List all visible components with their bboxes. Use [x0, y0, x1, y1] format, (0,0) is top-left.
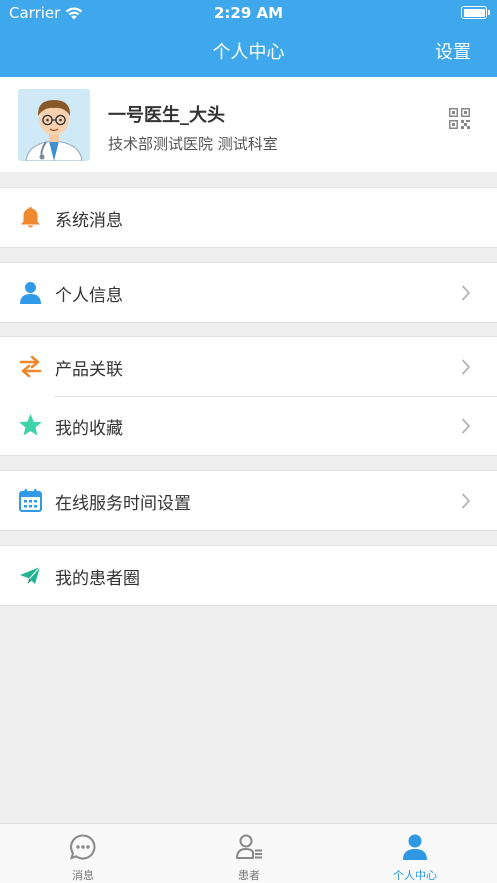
- menu-item-patient-circle[interactable]: 我的患者圈: [0, 546, 497, 605]
- menu-label: 个人信息: [55, 286, 123, 306]
- settings-button[interactable]: 设置: [435, 38, 471, 64]
- patient-list-icon: [236, 834, 262, 859]
- chat-bubble-icon: [69, 834, 96, 860]
- status-time: 2:29 AM: [213, 4, 284, 22]
- menu-label: 我的患者圈: [55, 569, 140, 589]
- app-header: Carrier 2:29 AM 个人中心 设置: [0, 0, 497, 77]
- profile-card[interactable]: 一号医生_大头 技术部测试医院 测试科室: [0, 77, 497, 172]
- tab-label: 个人中心: [393, 869, 437, 882]
- menu-group-profile: 个人信息: [0, 262, 497, 323]
- person-filled-icon: [403, 834, 427, 860]
- menu-group-community: 我的患者圈: [0, 545, 497, 606]
- send-icon: [20, 566, 41, 584]
- battery-level-fill: [463, 8, 485, 17]
- person-icon: [20, 282, 41, 304]
- tab-profile[interactable]: 个人中心: [332, 824, 497, 883]
- qr-code-icon[interactable]: [449, 108, 470, 129]
- swap-arrows-icon: [19, 355, 42, 378]
- menu-label: 在线服务时间设置: [55, 494, 191, 514]
- bell-icon: [21, 207, 40, 228]
- tab-label: 患者: [238, 869, 260, 882]
- menu-item-product-link[interactable]: 产品关联: [0, 337, 497, 396]
- tab-bar: 消息 患者 个人中心: [0, 823, 497, 883]
- doctor-avatar: [18, 89, 90, 161]
- tab-messages[interactable]: 消息: [0, 824, 166, 883]
- menu-label: 产品关联: [55, 360, 123, 380]
- chevron-right-icon: [462, 285, 470, 301]
- menu-item-personal-info[interactable]: 个人信息: [0, 263, 497, 322]
- menu-group-notifications: 系统消息: [0, 187, 497, 248]
- calendar-icon: [19, 489, 42, 512]
- menu-group-schedule: 在线服务时间设置: [0, 470, 497, 531]
- menu-item-service-hours[interactable]: 在线服务时间设置: [0, 471, 497, 530]
- chevron-right-icon: [462, 493, 470, 509]
- doctor-organization: 技术部测试医院 测试科室: [108, 135, 278, 153]
- doctor-name: 一号医生_大头: [108, 105, 225, 126]
- menu-label: 我的收藏: [55, 419, 123, 439]
- menu-item-system-messages[interactable]: 系统消息: [0, 188, 497, 247]
- status-bar: Carrier 2:29 AM: [0, 0, 497, 26]
- tab-patients[interactable]: 患者: [166, 824, 332, 883]
- chevron-right-icon: [462, 359, 470, 375]
- star-icon: [19, 414, 42, 436]
- menu-group-products: 产品关联 我的收藏: [0, 336, 497, 456]
- battery-icon: [461, 6, 490, 19]
- page-title: 个人中心: [212, 42, 285, 63]
- chevron-right-icon: [462, 418, 470, 434]
- menu-label: 系统消息: [55, 211, 123, 231]
- menu-item-favorites[interactable]: 我的收藏: [0, 396, 497, 455]
- tab-label: 消息: [72, 869, 94, 882]
